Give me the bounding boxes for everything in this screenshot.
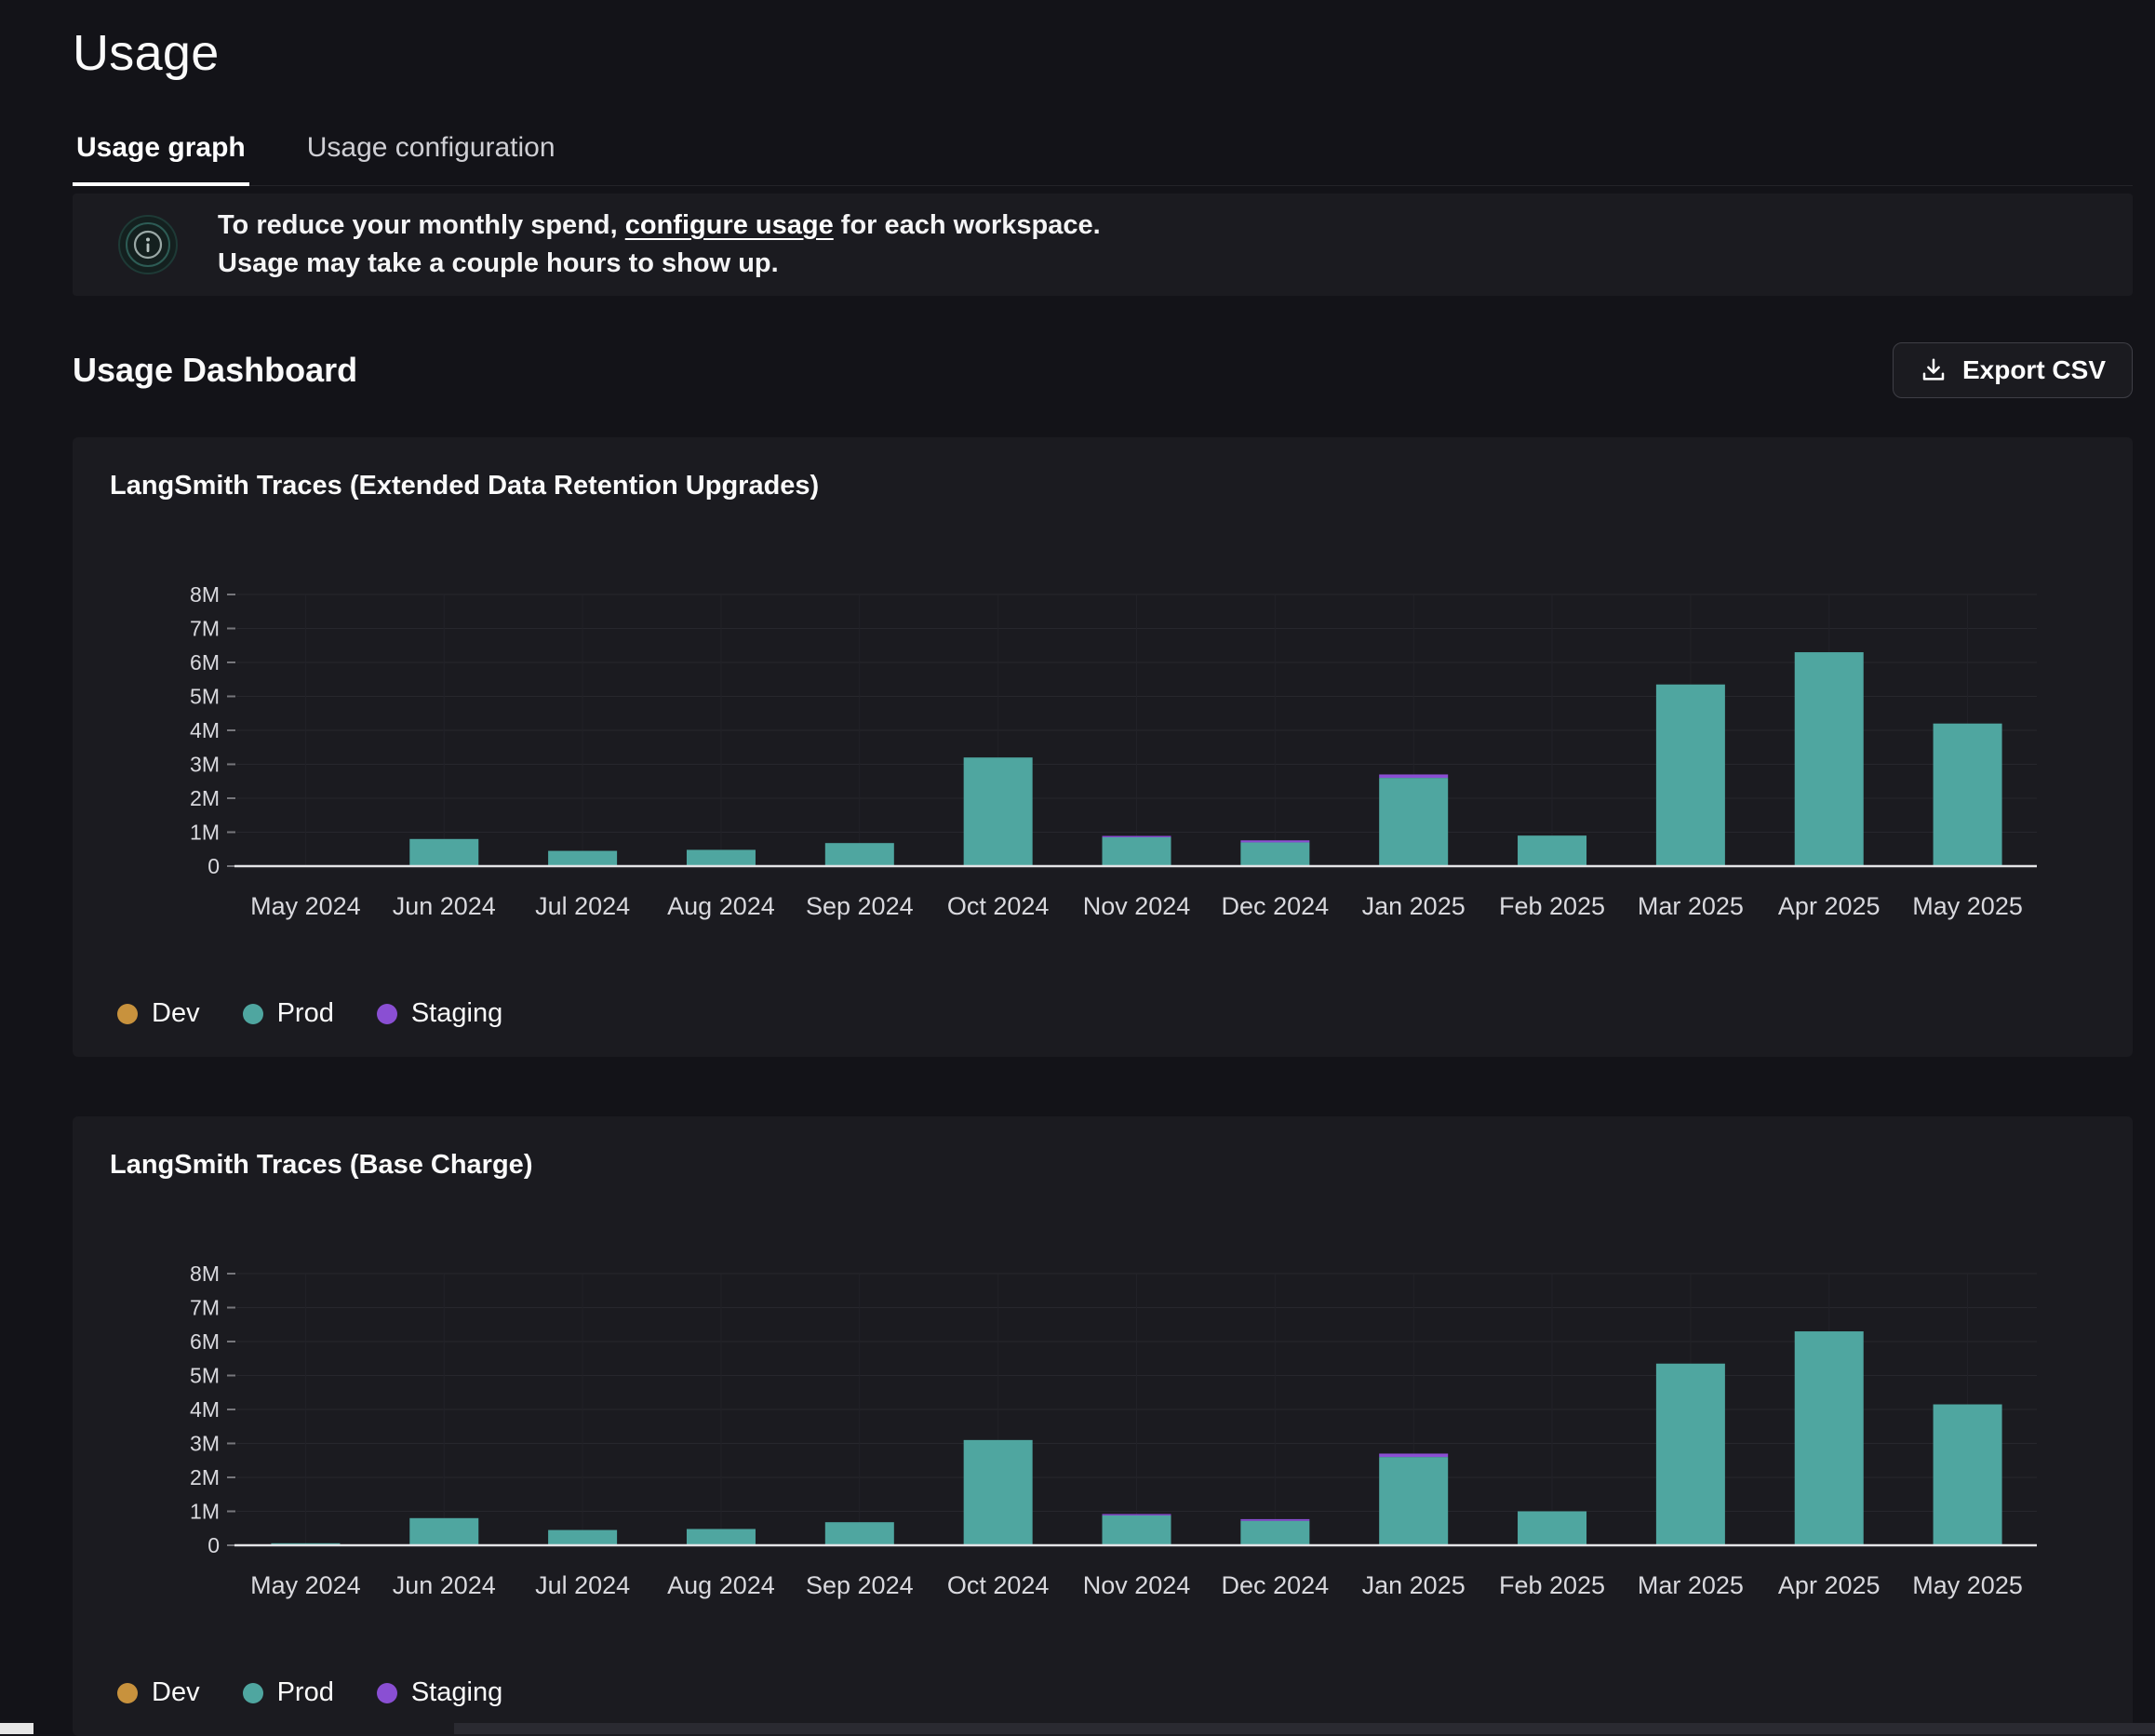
svg-text:Jul 2024: Jul 2024: [535, 1571, 630, 1599]
legend-staging-dot: [377, 1004, 397, 1024]
dashboard-header: Usage Dashboard Export CSV: [73, 342, 2133, 398]
usage-bar-chart-extended-retention[interactable]: May 2024 Jun 2024 Jul 2024 Aug 2024 Sep 2024…: [106, 561, 2099, 941]
legend-staging-label: Staging: [411, 1677, 502, 1708]
svg-text:May 2024: May 2024: [250, 892, 361, 920]
svg-text:5M: 5M: [190, 685, 220, 709]
legend-staging-dot: [377, 1683, 397, 1703]
dashboard-heading: Usage Dashboard: [73, 351, 357, 390]
legend-dev-label: Dev: [152, 998, 200, 1029]
legend-item-staging[interactable]: Staging: [377, 1677, 502, 1708]
legend-prod-label: Prod: [277, 1677, 334, 1708]
tab-usage-configuration[interactable]: Usage configuration: [303, 125, 559, 185]
svg-text:Jan 2025: Jan 2025: [1362, 892, 1466, 920]
chart-title-base-charge: LangSmith Traces (Base Charge): [110, 1150, 2107, 1181]
chart-legend: Dev Prod Staging: [117, 998, 2107, 1029]
svg-text:Aug 2024: Aug 2024: [667, 1571, 775, 1599]
banner-text: To reduce your monthly spend, configure …: [218, 207, 1101, 283]
chart-card-extended-retention: LangSmith Traces (Extended Data Retentio…: [73, 437, 2133, 1057]
tab-usage-graph[interactable]: Usage graph: [73, 125, 249, 186]
chart-card-base-charge: LangSmith Traces (Base Charge) May 2024 J…: [73, 1116, 2133, 1736]
svg-text:Sep 2024: Sep 2024: [806, 892, 914, 920]
svg-text:Feb 2025: Feb 2025: [1499, 1571, 1605, 1599]
svg-text:6M: 6M: [190, 650, 220, 674]
svg-text:Jan 2025: Jan 2025: [1362, 1571, 1466, 1599]
svg-text:Mar 2025: Mar 2025: [1638, 892, 1744, 920]
svg-text:0: 0: [207, 854, 220, 878]
svg-text:Oct 2024: Oct 2024: [947, 1571, 1050, 1599]
download-icon: [1920, 356, 1948, 384]
svg-text:May 2024: May 2024: [250, 1571, 361, 1599]
legend-item-prod[interactable]: Prod: [243, 998, 334, 1029]
page-title: Usage: [73, 24, 2133, 82]
info-banner: To reduce your monthly spend, configure …: [73, 194, 2133, 296]
horizontal-scrollbar-track[interactable]: [454, 1723, 2155, 1734]
svg-text:8M: 8M: [190, 1262, 220, 1286]
tab-bar: Usage graph Usage configuration: [73, 125, 2133, 186]
svg-text:Feb 2025: Feb 2025: [1499, 892, 1605, 920]
svg-text:5M: 5M: [190, 1364, 220, 1388]
horizontal-scrollbar-thumb[interactable]: [0, 1723, 33, 1734]
chart-legend: Dev Prod Staging: [117, 1677, 2107, 1708]
banner-line-1: To reduce your monthly spend, configure …: [218, 207, 1101, 245]
legend-prod-dot: [243, 1004, 263, 1024]
legend-dev-dot: [117, 1004, 138, 1024]
legend-staging-label: Staging: [411, 998, 502, 1029]
svg-text:6M: 6M: [190, 1329, 220, 1354]
legend-item-dev[interactable]: Dev: [117, 1677, 200, 1708]
info-icon: [117, 214, 179, 275]
svg-text:Mar 2025: Mar 2025: [1638, 1571, 1744, 1599]
banner-text-part: for each workspace.: [834, 210, 1101, 240]
svg-text:Apr 2025: Apr 2025: [1778, 892, 1881, 920]
banner-text-part: To reduce your monthly spend,: [218, 210, 625, 240]
export-csv-button[interactable]: Export CSV: [1893, 342, 2133, 398]
svg-text:Oct 2024: Oct 2024: [947, 892, 1050, 920]
banner-line-2: Usage may take a couple hours to show up…: [218, 245, 1101, 283]
configure-usage-link[interactable]: configure usage: [625, 210, 834, 240]
svg-text:May 2025: May 2025: [1912, 892, 2023, 920]
svg-text:7M: 7M: [190, 617, 220, 641]
legend-prod-label: Prod: [277, 998, 334, 1029]
svg-text:Nov 2024: Nov 2024: [1083, 1571, 1191, 1599]
svg-text:4M: 4M: [190, 1397, 220, 1422]
svg-text:Dec 2024: Dec 2024: [1222, 892, 1330, 920]
svg-text:2M: 2M: [190, 1465, 220, 1489]
svg-text:Dec 2024: Dec 2024: [1222, 1571, 1330, 1599]
svg-text:Aug 2024: Aug 2024: [667, 892, 775, 920]
svg-text:Jun 2024: Jun 2024: [393, 1571, 496, 1599]
export-csv-label: Export CSV: [1962, 355, 2106, 385]
legend-dev-label: Dev: [152, 1677, 200, 1708]
svg-text:Apr 2025: Apr 2025: [1778, 1571, 1881, 1599]
svg-text:4M: 4M: [190, 718, 220, 742]
svg-text:Nov 2024: Nov 2024: [1083, 892, 1191, 920]
legend-item-prod[interactable]: Prod: [243, 1677, 334, 1708]
legend-prod-dot: [243, 1683, 263, 1703]
usage-bar-chart-base-charge[interactable]: May 2024 Jun 2024 Jul 2024 Aug 2024 Sep 2024…: [106, 1240, 2099, 1620]
svg-text:Jul 2024: Jul 2024: [535, 892, 630, 920]
svg-text:May 2025: May 2025: [1912, 1571, 2023, 1599]
usage-page: Usage Usage graph Usage configuration To…: [0, 0, 2155, 1736]
svg-text:8M: 8M: [190, 582, 220, 607]
legend-item-dev[interactable]: Dev: [117, 998, 200, 1029]
svg-text:3M: 3M: [190, 1432, 220, 1456]
svg-text:7M: 7M: [190, 1296, 220, 1320]
svg-text:1M: 1M: [190, 1500, 220, 1524]
legend-item-staging[interactable]: Staging: [377, 998, 502, 1029]
svg-text:Jun 2024: Jun 2024: [393, 892, 496, 920]
svg-text:1M: 1M: [190, 821, 220, 845]
legend-dev-dot: [117, 1683, 138, 1703]
svg-text:3M: 3M: [190, 753, 220, 777]
svg-text:2M: 2M: [190, 786, 220, 810]
svg-text:Sep 2024: Sep 2024: [806, 1571, 914, 1599]
svg-text:0: 0: [207, 1533, 220, 1557]
chart-title-extended-retention: LangSmith Traces (Extended Data Retentio…: [110, 471, 2107, 501]
